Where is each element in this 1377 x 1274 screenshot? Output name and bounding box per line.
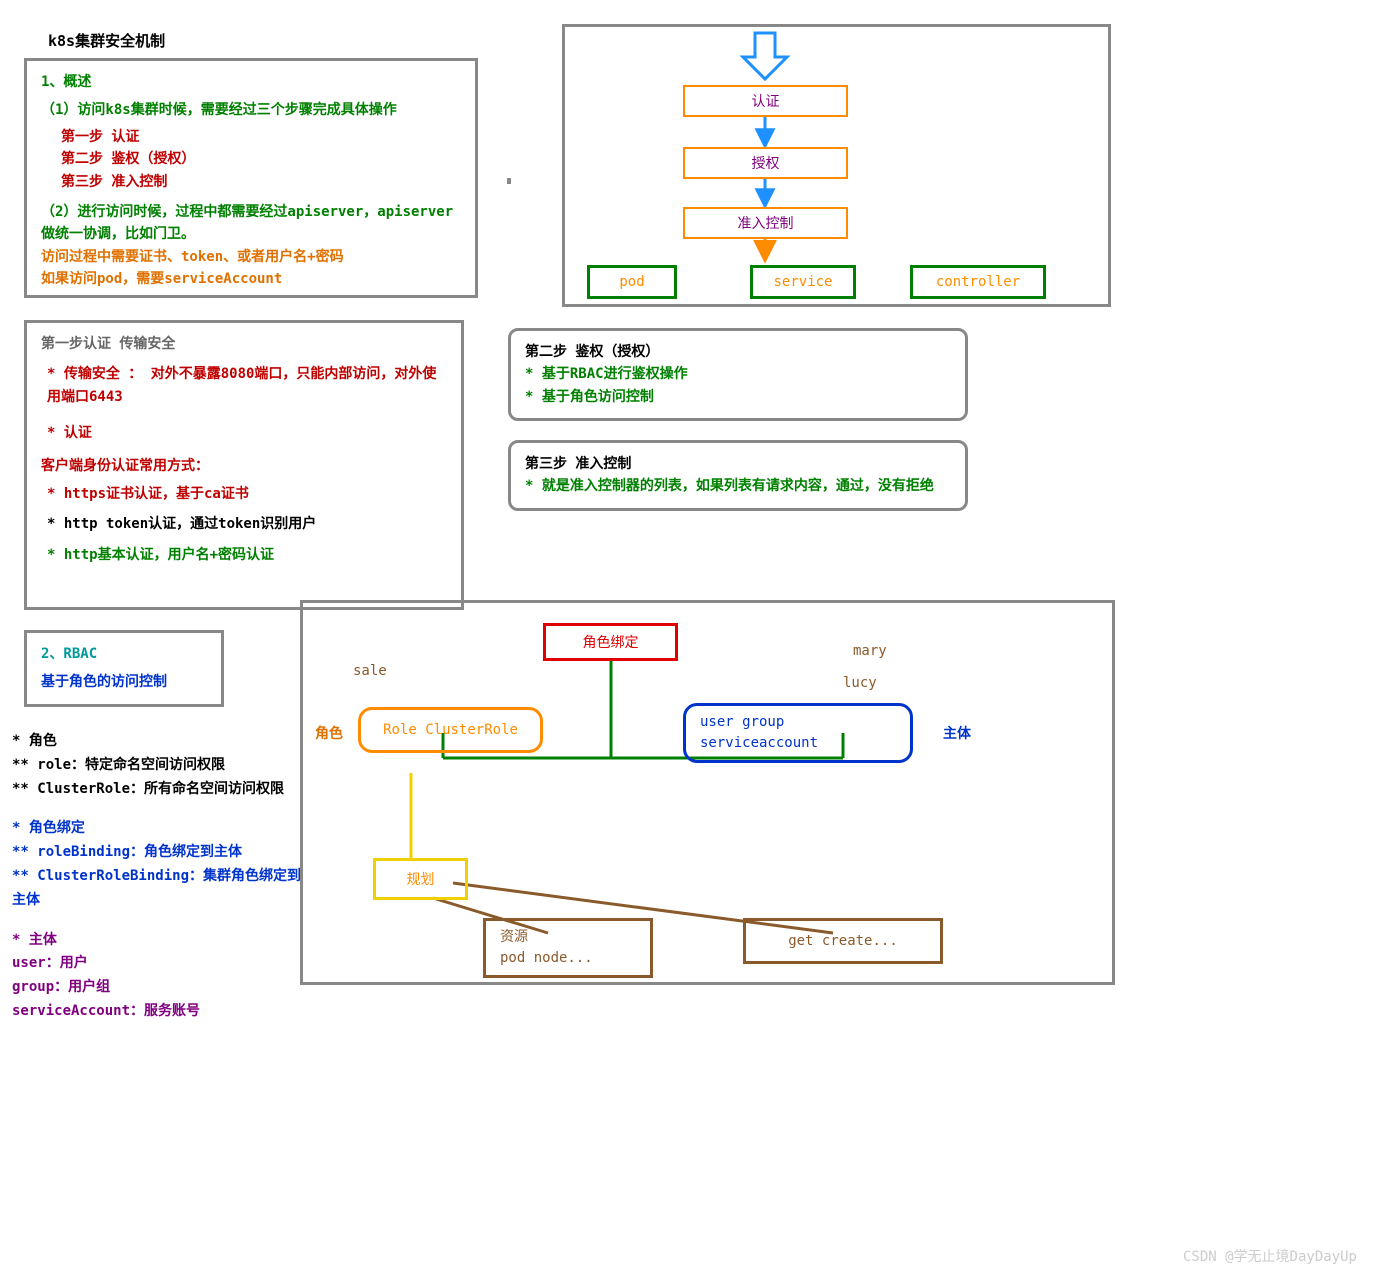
flow-leaf-pod-label: pod — [619, 274, 644, 290]
node-resource: 资源 pod node... — [483, 918, 653, 978]
node-actions-label: get create... — [788, 933, 898, 949]
overview-heading: 1、概述 — [41, 71, 461, 93]
node-subject-l2: serviceaccount — [700, 733, 896, 754]
step3-l1: * 就是准入控制器的列表，如果列表有请求内容，通过，没有拒绝 — [525, 475, 951, 497]
label-subject: 主体 — [943, 723, 971, 743]
rbac-h1: * 角色 — [12, 730, 302, 754]
rbac-h2b: ** ClusterRoleBinding：集群角色绑定到主体 — [12, 865, 302, 913]
label-sale: sale — [353, 663, 387, 679]
node-resource-l1: 资源 — [500, 927, 636, 948]
rbac-h2: * 角色绑定 — [12, 817, 302, 841]
rbac-h3b: group：用户组 — [12, 976, 302, 1000]
step1-l4: * https证书认证，基于ca证书 — [41, 483, 447, 505]
step2-title: 第二步 鉴权（授权） — [525, 341, 951, 363]
node-role-binding-label: 角色绑定 — [583, 635, 639, 651]
flow-node-authz-label: 授权 — [752, 156, 780, 172]
label-role: 角色 — [315, 723, 343, 743]
rbac-h3c: serviceAccount：服务账号 — [12, 1000, 302, 1024]
flow-leaf-service-label: service — [773, 274, 832, 290]
rbac-h2a: ** roleBinding：角色绑定到主体 — [12, 841, 302, 865]
rbac-h3a: user：用户 — [12, 952, 302, 976]
flow-leaf-controller: controller — [910, 265, 1046, 299]
node-resource-l2: pod node... — [500, 948, 636, 969]
flowchart-container: 认证 授权 准入控制 pod service controller — [562, 24, 1111, 307]
flow-node-authz: 授权 — [683, 147, 848, 179]
node-subject-l1: user group — [700, 712, 896, 733]
rbac-sub: 基于角色的访问控制 — [41, 671, 207, 693]
step1-l2: * 认证 — [41, 422, 447, 444]
overview-step3: 第三步 准入控制 — [61, 171, 461, 193]
overview-p2a: （2）进行访问时候，过程中都需要经过apiserver，apiserver做统一… — [41, 201, 461, 246]
step2-l1: * 基于RBAC进行鉴权操作 — [525, 363, 951, 385]
node-role-label: Role ClusterRole — [383, 722, 518, 738]
node-role: Role ClusterRole — [358, 707, 543, 753]
node-plan-label: 规划 — [407, 872, 435, 888]
node-role-binding: 角色绑定 — [543, 623, 678, 661]
rbac-diagram-container: sale mary lucy 角色 主体 角色绑定 Role ClusterRo… — [300, 600, 1115, 985]
step1-box: 第一步认证 传输安全 * 传输安全 ： 对外不暴露8080端口，只能内部访问，对… — [24, 320, 464, 610]
overview-step1: 第一步 认证 — [61, 126, 461, 148]
page-title: k8s集群安全机制 — [48, 30, 165, 51]
flow-leaf-controller-label: controller — [936, 274, 1020, 290]
node-plan: 规划 — [373, 858, 468, 900]
flow-leaf-pod: pod — [587, 265, 677, 299]
overview-p1: （1）访问k8s集群时候，需要经过三个步骤完成具体操作 — [41, 99, 461, 121]
step1-l3: 客户端身份认证常用方式： — [41, 455, 447, 477]
step1-l6: * http基本认证，用户名+密码认证 — [41, 544, 447, 566]
step3-box: 第三步 准入控制 * 就是准入控制器的列表，如果列表有请求内容，通过，没有拒绝 — [508, 440, 968, 511]
overview-p2c: 如果访问pod，需要serviceAccount — [41, 268, 461, 290]
rbac-title: 2、RBAC — [41, 643, 207, 665]
node-actions: get create... — [743, 918, 943, 964]
rbac-h1a: ** role：特定命名空间访问权限 — [12, 754, 302, 778]
label-lucy: lucy — [843, 675, 877, 691]
flow-leaf-service: service — [750, 265, 856, 299]
flow-node-auth-label: 认证 — [752, 94, 780, 110]
step1-title: 第一步认证 传输安全 — [41, 333, 447, 355]
flow-node-auth: 认证 — [683, 85, 848, 117]
node-subject: user group serviceaccount — [683, 703, 913, 763]
flow-node-admission: 准入控制 — [683, 207, 848, 239]
overview-box: 1、概述 （1）访问k8s集群时候，需要经过三个步骤完成具体操作 第一步 认证 … — [24, 58, 478, 298]
overview-step2: 第二步 鉴权（授权） — [61, 148, 461, 170]
label-mary: mary — [853, 643, 887, 659]
rbac-h1b: ** ClusterRole：所有命名空间访问权限 — [12, 778, 302, 802]
rbac-diagram-lines — [303, 603, 1118, 988]
step2-box: 第二步 鉴权（授权） * 基于RBAC进行鉴权操作 * 基于角色访问控制 — [508, 328, 968, 421]
watermark: CSDN @学无止境DayDayUp — [1183, 1246, 1357, 1266]
step1-l1: * 传输安全 ： 对外不暴露8080端口，只能内部访问，对外使用端口6443 — [41, 363, 441, 408]
dot-icon — [507, 178, 511, 184]
step3-title: 第三步 准入控制 — [525, 453, 951, 475]
flow-node-admission-label: 准入控制 — [738, 216, 794, 232]
overview-p2b: 访问过程中需要证书、token、或者用户名+密码 — [41, 246, 461, 268]
step2-l2: * 基于角色访问控制 — [525, 386, 951, 408]
step1-l5: * http token认证，通过token识别用户 — [41, 513, 447, 535]
rbac-title-box: 2、RBAC 基于角色的访问控制 — [24, 630, 224, 707]
rbac-h3: * 主体 — [12, 929, 302, 953]
rbac-text-column: * 角色 ** role：特定命名空间访问权限 ** ClusterRole：所… — [12, 730, 302, 1024]
